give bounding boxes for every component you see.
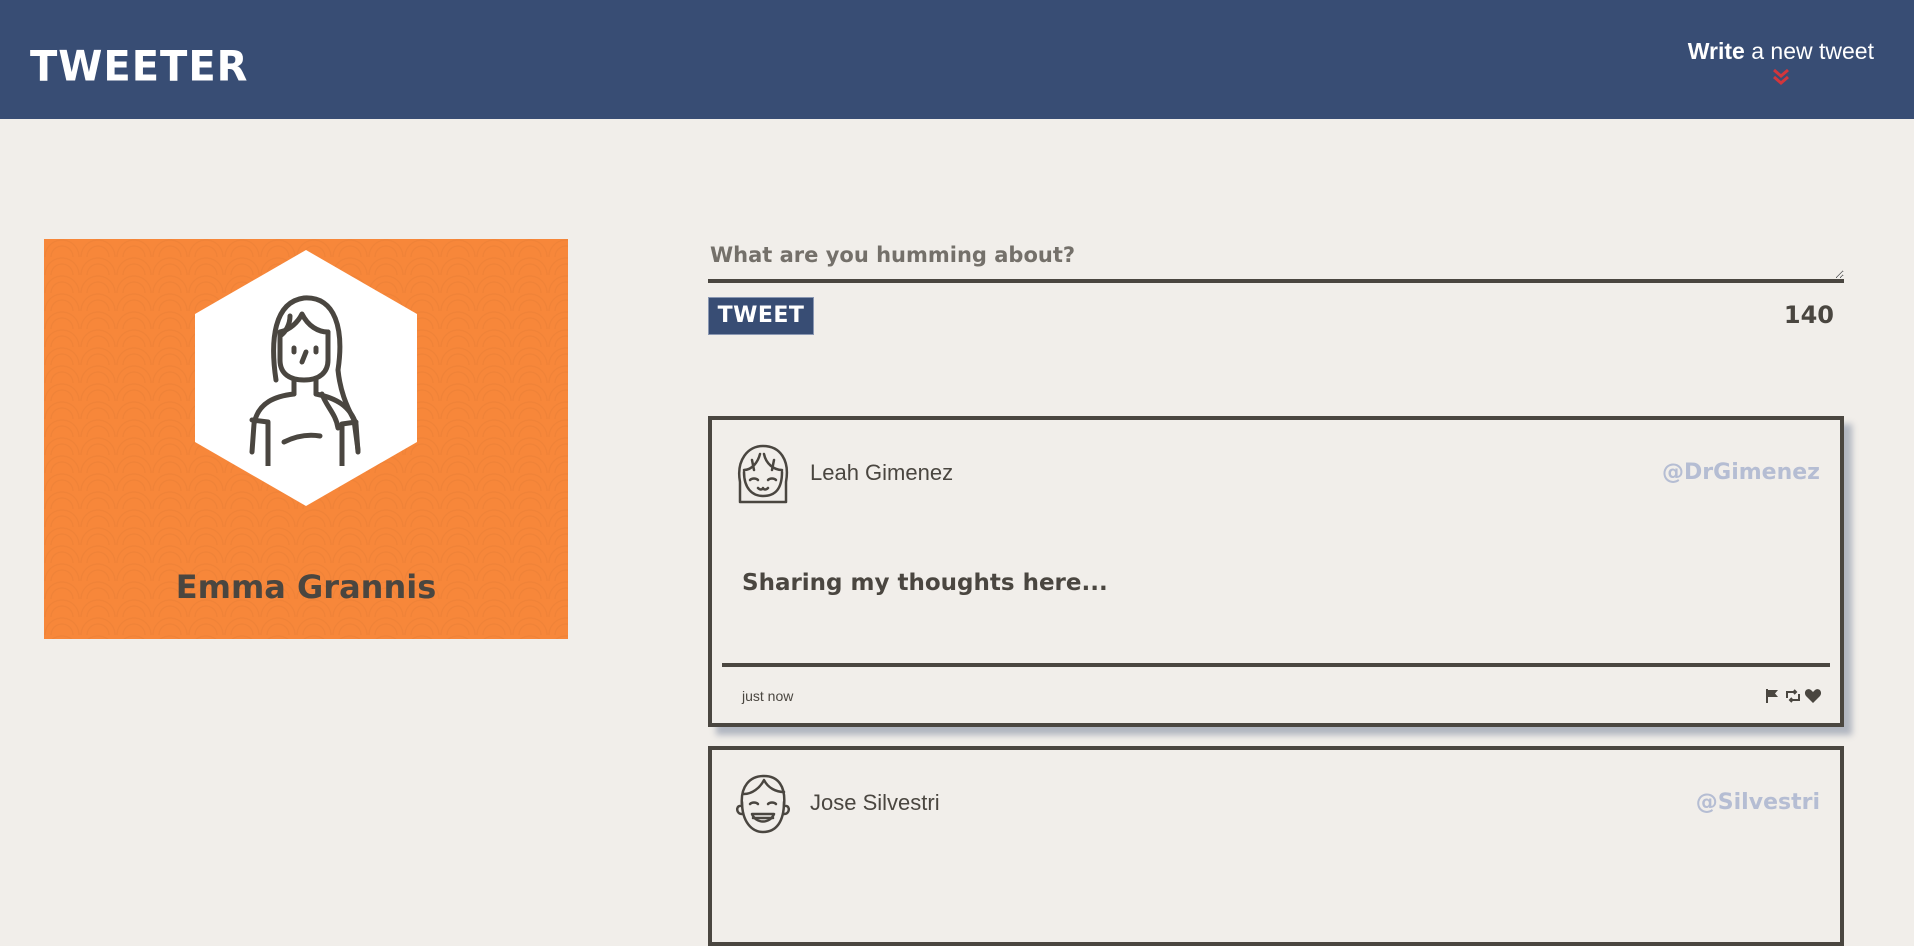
write-new-tweet-label: Write a new tweet	[1688, 38, 1874, 65]
tweet-card: Leah Gimenez @DrGimenez Sharing my thoug…	[708, 416, 1844, 727]
heart-icon[interactable]	[1804, 688, 1822, 704]
tweet-composer: TWEET 140	[708, 239, 1844, 335]
boy-avatar-icon	[736, 774, 790, 834]
tweet-actions	[1764, 688, 1822, 704]
woman-avatar-icon	[249, 295, 361, 466]
tweet-handle[interactable]: @Silvestri	[1696, 790, 1820, 815]
top-nav-bar: TWEETER Write a new tweet	[0, 0, 1914, 119]
flag-icon[interactable]	[1764, 688, 1782, 704]
tweet-handle[interactable]: @DrGimenez	[1662, 460, 1820, 485]
write-new-tweet-rest: a new tweet	[1744, 38, 1874, 64]
tweet-input[interactable]	[708, 239, 1844, 283]
app-logo[interactable]: TWEETER	[30, 43, 248, 91]
tweet-card: Jose Silvestri @Silvestri	[708, 746, 1844, 946]
girl-avatar-icon	[737, 444, 789, 504]
character-counter: 140	[1783, 301, 1834, 329]
tweet-timestamp: just now	[742, 688, 794, 704]
write-new-tweet-bold: Write	[1687, 38, 1745, 64]
profile-card: Emma Grannis	[44, 239, 568, 639]
tweet-author: Leah Gimenez	[810, 460, 954, 485]
tweet-author: Jose Silvestri	[810, 790, 940, 815]
profile-name: Emma Grannis	[175, 568, 437, 606]
double-chevron-down-icon	[1772, 68, 1789, 85]
profile-avatar-frame	[195, 250, 417, 506]
write-new-tweet-toggle[interactable]: Write a new tweet	[1688, 38, 1874, 87]
tweet-content: Sharing my thoughts here...	[742, 570, 1108, 596]
retweet-icon[interactable]	[1784, 688, 1802, 704]
tweet-divider	[722, 663, 1830, 667]
tweet-button[interactable]: TWEET	[708, 297, 814, 335]
